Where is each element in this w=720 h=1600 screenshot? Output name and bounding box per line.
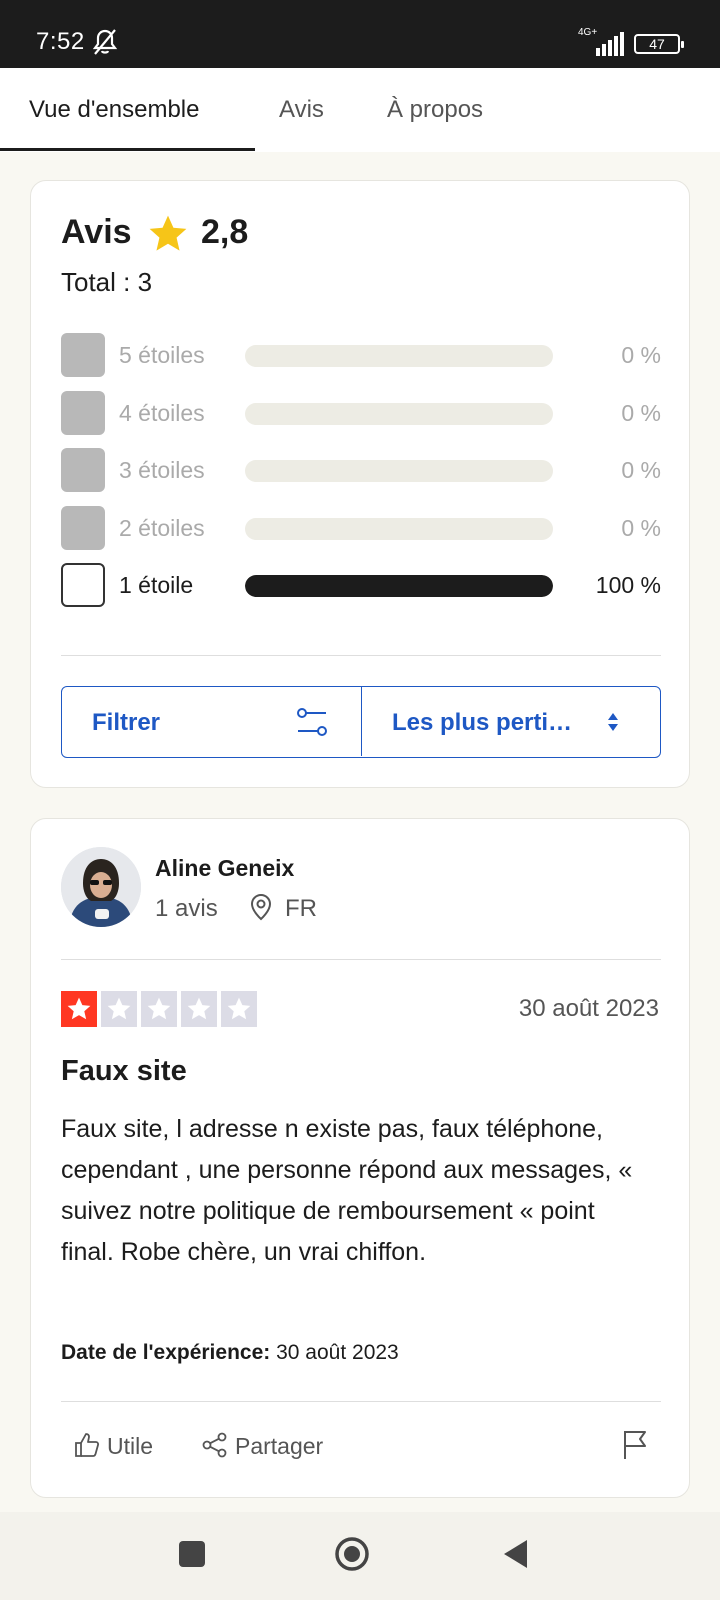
rating-checkbox[interactable]: [61, 563, 105, 607]
star-icon: [149, 215, 187, 251]
rating-row-4[interactable]: 4 étoiles 0 %: [61, 391, 661, 435]
rating-label: 4 étoiles: [119, 400, 205, 426]
review-title: Faux site: [61, 1055, 187, 1087]
sliders-icon: [297, 708, 327, 736]
star-icon: [107, 997, 131, 1020]
star-1: [61, 991, 97, 1027]
summary-title: Avis: [61, 213, 132, 251]
network-type: 4G+: [578, 27, 598, 38]
useful-label: Utile: [107, 1433, 154, 1459]
rating-percent: 100 %: [595, 572, 661, 598]
avatar[interactable]: [61, 847, 141, 927]
star-icon: [147, 997, 171, 1020]
rating-checkbox[interactable]: [61, 333, 105, 377]
status-bar: 7:52 4G+ 47: [0, 0, 720, 68]
rating-bar: [245, 403, 553, 425]
rating-label: 5 étoiles: [119, 342, 205, 368]
home-icon[interactable]: [332, 1534, 372, 1574]
bell-muted-icon: [92, 29, 118, 55]
share-icon: [202, 1432, 227, 1458]
star-2: [101, 991, 137, 1027]
star-icon: [227, 997, 251, 1020]
rating-row-2[interactable]: 2 étoiles 0 %: [61, 506, 661, 550]
rating-row-1[interactable]: 1 étoile 100 %: [61, 563, 661, 607]
battery-icon: 47: [634, 34, 684, 54]
rating-checkbox[interactable]: [61, 391, 105, 435]
average-score: 2,8: [201, 213, 249, 251]
divider: [61, 655, 661, 656]
tab-bar: Vue d'ensemble Avis À propos: [0, 68, 720, 152]
star-3: [141, 991, 177, 1027]
star-4: [181, 991, 217, 1027]
rating-percent: 0 %: [621, 342, 661, 368]
avatar-image: [61, 847, 141, 927]
back-icon[interactable]: [496, 1534, 536, 1574]
location-pin-icon: [250, 893, 272, 921]
rating-row-3[interactable]: 3 étoiles 0 %: [61, 448, 661, 492]
rating-checkbox[interactable]: [61, 448, 105, 492]
review-date: 30 août 2023: [518, 995, 659, 1022]
review-card: Aline Geneix 1 avis FR 30 août 2023 Faux…: [30, 818, 690, 1498]
recent-apps-icon[interactable]: [172, 1534, 212, 1574]
reviewer-review-count: 1 avis: [155, 895, 218, 922]
rating-bar: [245, 345, 553, 367]
reviewer-name[interactable]: Aline Geneix: [155, 855, 294, 882]
star-5: [221, 991, 257, 1027]
rating-percent: 0 %: [621, 515, 661, 541]
thumbs-up-icon: [75, 1433, 100, 1457]
rating-bar-fill: [245, 575, 553, 597]
sort-arrows-icon: [608, 713, 618, 731]
tab-overview[interactable]: Vue d'ensemble: [29, 96, 199, 124]
experience-date-value: 30 août 2023: [276, 1341, 399, 1364]
active-tab-indicator: [0, 148, 255, 151]
rating-bar: [245, 460, 553, 482]
rating-label: 3 étoiles: [119, 457, 205, 483]
filter-sort-controls: Filtrer Les plus perti…: [61, 686, 661, 758]
review-body: Faux site, l adresse n existe pas, faux …: [61, 1115, 633, 1266]
flag-icon[interactable]: [621, 1429, 649, 1461]
sort-label: Les plus perti…: [392, 709, 573, 736]
share-label: Partager: [235, 1433, 324, 1459]
filter-label: Filtrer: [92, 709, 161, 736]
rating-checkbox[interactable]: [61, 506, 105, 550]
status-time: 7:52: [36, 28, 85, 55]
star-icon: [187, 997, 211, 1020]
tab-reviews[interactable]: Avis: [279, 96, 324, 124]
total-reviews: Total : 3: [61, 267, 153, 297]
divider: [61, 959, 661, 960]
rating-percent: 0 %: [621, 400, 661, 426]
rating-row-5[interactable]: 5 étoiles 0 %: [61, 333, 661, 377]
rating-percent: 0 %: [621, 457, 661, 483]
system-nav-bar: [0, 1512, 720, 1600]
rating-bar: [245, 575, 553, 597]
divider: [61, 1401, 661, 1402]
rating-bar: [245, 518, 553, 540]
filter-button[interactable]: Filtrer: [62, 687, 362, 756]
star-icon: [67, 997, 91, 1020]
signal-icon: [596, 32, 624, 56]
rating-label: 1 étoile: [119, 572, 194, 598]
experience-date: Date de l'expérience: 30 août 2023: [61, 1341, 399, 1365]
experience-date-label: Date de l'expérience:: [61, 1341, 271, 1364]
rating-summary-card: Avis 2,8 Total : 3 5 étoiles 0 % 4 étoil…: [30, 180, 690, 788]
tab-about[interactable]: À propos: [387, 96, 483, 124]
rating-label: 2 étoiles: [119, 515, 205, 541]
reviewer-country: FR: [285, 895, 317, 922]
star-rating: [61, 991, 257, 1027]
sort-select[interactable]: Les plus perti…: [362, 687, 659, 756]
